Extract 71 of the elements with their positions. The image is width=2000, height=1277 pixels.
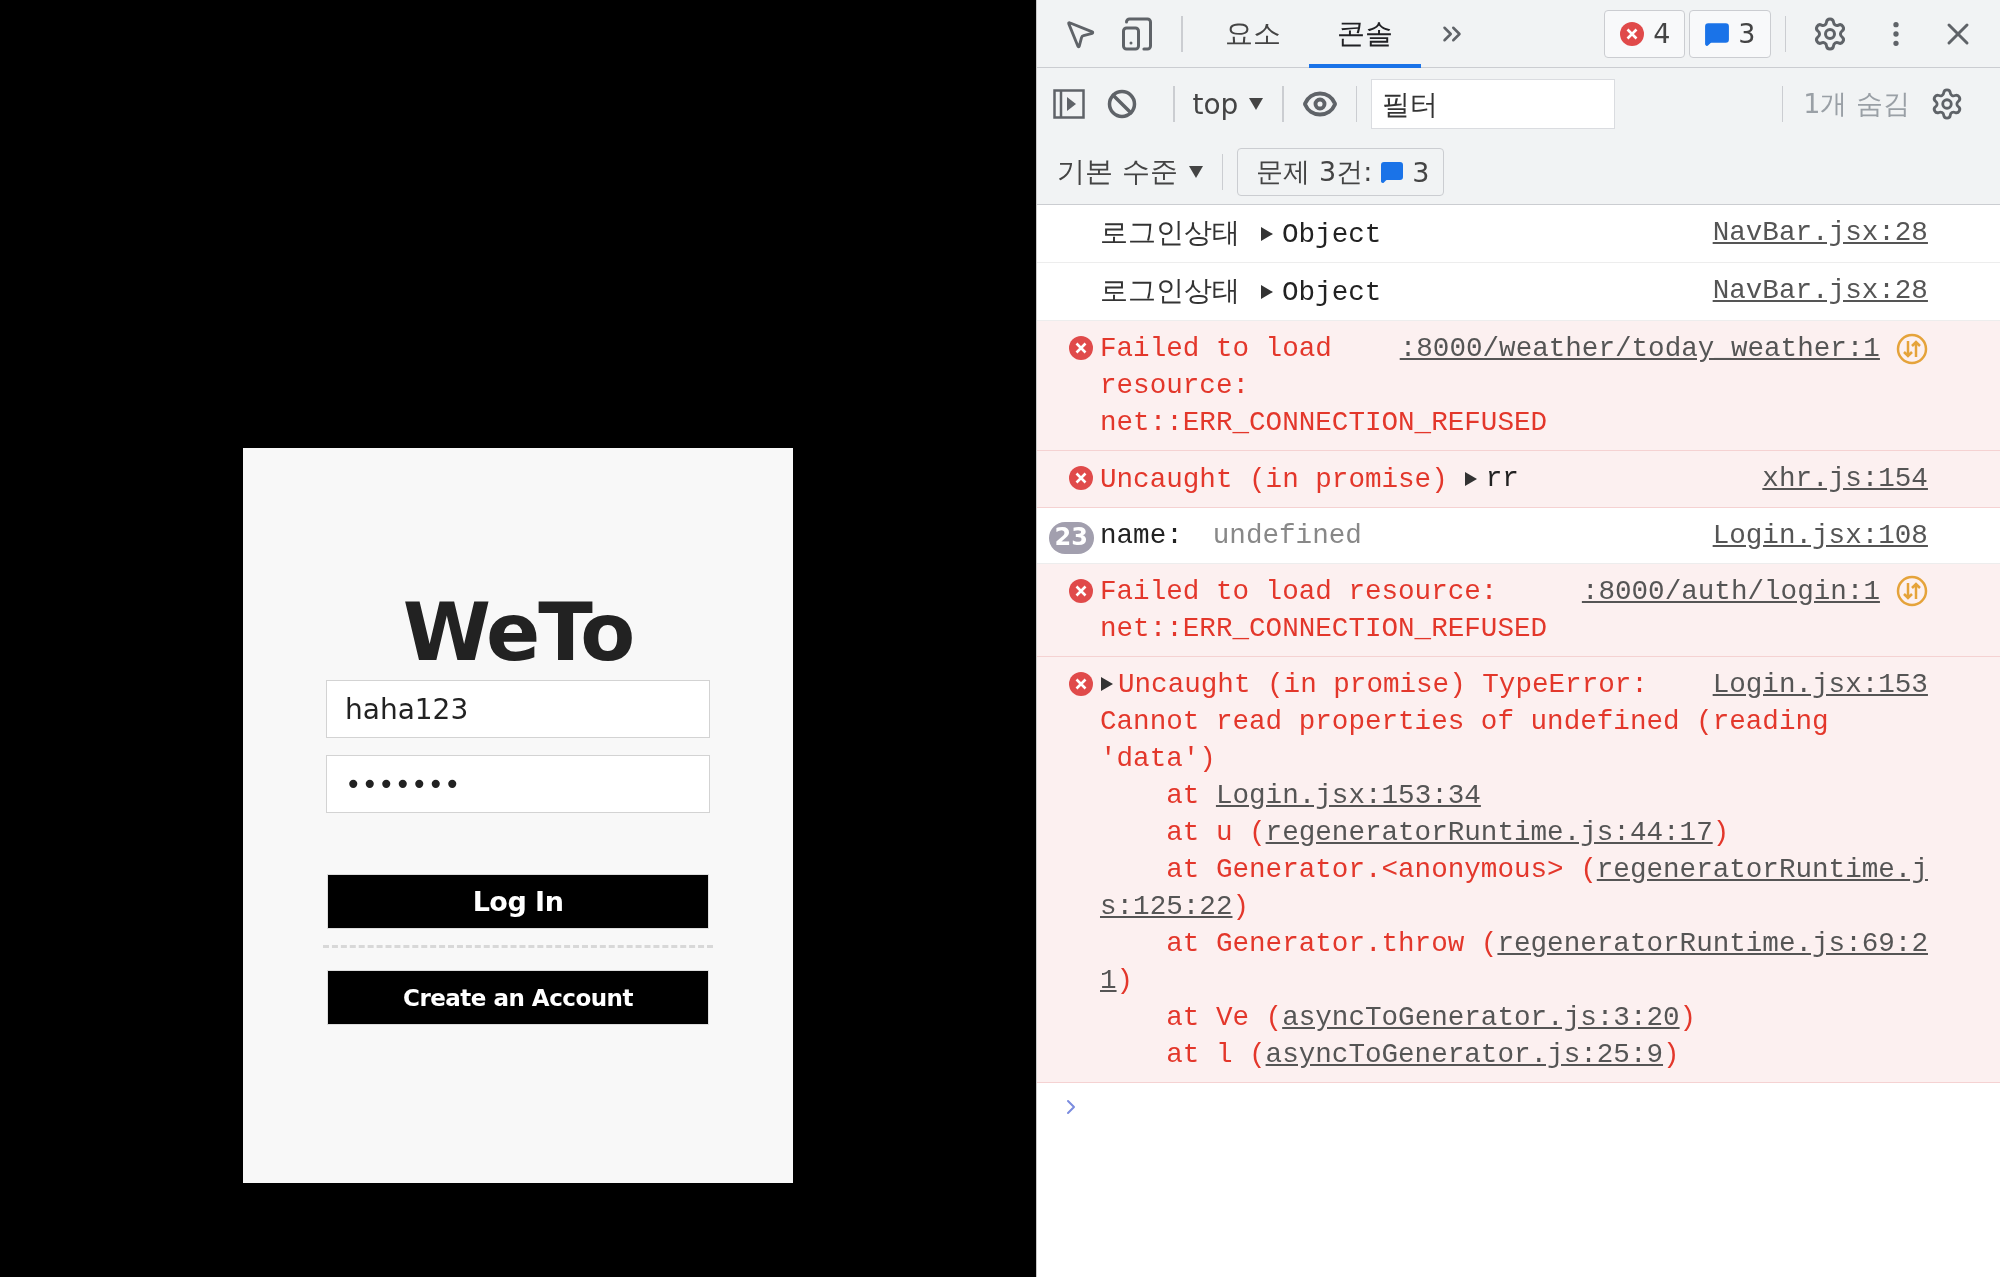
stack-frame-line: at Login.jsx:153:34 [1165, 778, 1481, 813]
error-message: Cannot read properties of undefined (reading [1100, 705, 1829, 737]
stack-frame-line: at l (asyncToGenerator.js:25:9) [1165, 1037, 1680, 1072]
error-icon [1619, 20, 1646, 47]
log-level-dropdown[interactable]: 기본 수준 [1053, 153, 1208, 191]
login-button[interactable]: Log In [327, 874, 709, 929]
stack-link[interactable]: asyncToGenerator.js:25:9 [1265, 1038, 1663, 1070]
expand-triangle-icon[interactable] [1260, 226, 1274, 242]
stack-link[interactable]: Login.jsx:153:34 [1215, 779, 1481, 811]
device-toolbar-icon[interactable] [1119, 15, 1155, 52]
settings-icon[interactable] [1812, 15, 1848, 52]
sidebar-toggle-icon[interactable] [1053, 89, 1085, 119]
expand-triangle-icon[interactable] [1100, 675, 1114, 692]
stack-link[interactable]: regeneratorRuntime.js:44:17 [1265, 816, 1713, 848]
context-dropdown[interactable]: top [1188, 87, 1269, 121]
source-link[interactable]: xhr.js:154 [1762, 460, 1928, 497]
panel-tab[interactable]: 요소 [1196, 0, 1309, 68]
stack-link[interactable]: regeneratorRuntime.j [1596, 853, 1928, 885]
stack-frame-line: at Ve (asyncToGenerator.js:3:20) [1165, 1000, 1697, 1035]
source-link[interactable]: NavBar.jsx:28 [1712, 214, 1928, 251]
hidden-count-text: 1개 숨김 [1803, 87, 1910, 121]
error-message: Failed to load [1100, 333, 1332, 364]
settings-icon[interactable] [1930, 87, 1964, 121]
issues-button[interactable]: 문제 3건: 3 [1237, 148, 1445, 196]
caret-icon [1187, 165, 1204, 179]
object-preview[interactable]: Object [1282, 273, 1382, 311]
repeat-count: 23 [1048, 521, 1094, 554]
log-label: 로그인상태 [1100, 274, 1240, 307]
stack-link[interactable]: 1 [1100, 964, 1117, 996]
stack-frame-line: 1) [1100, 963, 1134, 998]
error-message: Uncaught (in promise) [1100, 463, 1448, 495]
create-account-button[interactable]: Create an Account [327, 970, 709, 1025]
source-link[interactable]: Login.jsx:153 [1712, 665, 1928, 703]
object-preview[interactable]: Object [1282, 215, 1382, 253]
stack-frame-line: at Generator.throw (regeneratorRuntime.js:69:2 [1165, 926, 1928, 961]
source-link[interactable]: :8000/weather/today_weather:1 [1399, 330, 1928, 367]
stack-frame-line: s:125:22) [1100, 889, 1250, 924]
error-icon [1068, 335, 1094, 361]
username-field[interactable]: haha123 [326, 680, 710, 738]
stack-link[interactable]: regeneratorRuntime.js:69:2 [1497, 927, 1928, 959]
error-message: net::ERR_CONNECTION_REFUSED [1100, 612, 1548, 644]
error-count-badge[interactable]: 4 [1604, 9, 1686, 58]
source-link[interactable]: Login.jsx:108 [1712, 516, 1928, 554]
error-message: Uncaught (in promise) TypeError: [1118, 668, 1648, 700]
error-icon [1068, 577, 1094, 604]
expand-triangle-icon[interactable] [1463, 470, 1478, 487]
stack-frame-line: at u (regeneratorRuntime.js:44:17) [1165, 815, 1730, 850]
error-icon [1068, 465, 1094, 491]
log-value: undefined [1212, 519, 1362, 551]
error-icon [1068, 670, 1094, 697]
app-logo-title: WeTo [402, 588, 634, 678]
clear-console-icon[interactable] [1107, 89, 1137, 119]
error-message: net::ERR_CONNECTION_REFUSED [1100, 407, 1548, 438]
source-link[interactable]: NavBar.jsx:28 [1712, 272, 1928, 309]
error-message: 'data') [1100, 742, 1216, 774]
stack-link[interactable]: s:125:22 [1100, 890, 1233, 922]
password-field[interactable]: ••••••• [326, 755, 710, 813]
expand-triangle-icon[interactable] [1260, 284, 1274, 300]
source-link[interactable]: :8000/auth/login:1 [1581, 572, 1928, 610]
error-message: resource: [1100, 370, 1250, 401]
error-message: Failed to load resource: [1100, 575, 1498, 607]
log-label: 로그인상태 [1100, 216, 1240, 249]
stack-link[interactable]: asyncToGenerator.js:3:20 [1282, 1001, 1680, 1033]
issue-count-badge[interactable]: 3 [1689, 9, 1771, 58]
stack-frame-line: at Generator.<anonymous> (regeneratorRuntime.j [1165, 852, 1928, 887]
message-icon [1380, 160, 1405, 184]
filter-field[interactable]: 필터 [1371, 79, 1616, 129]
object-preview[interactable]: rr [1485, 460, 1519, 497]
log-label: name: [1100, 519, 1183, 551]
caret-icon [1248, 97, 1265, 111]
message-icon [1704, 20, 1731, 47]
